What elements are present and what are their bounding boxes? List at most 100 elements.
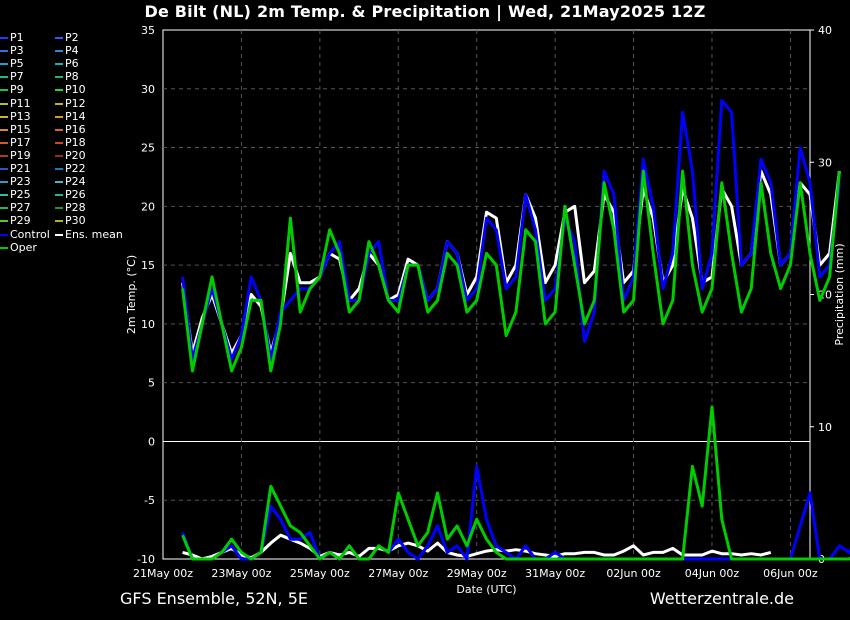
legend-item: P10 xyxy=(55,83,86,96)
x-tick-label: 25May 00z xyxy=(290,567,350,580)
legend-item: P25 xyxy=(0,188,31,201)
legend-item: P20 xyxy=(55,149,86,162)
legend-label: P7 xyxy=(10,70,24,84)
legend-label: P30 xyxy=(65,214,86,228)
legend-label: P8 xyxy=(65,70,79,84)
legend-item: P22 xyxy=(55,162,86,175)
legend-swatch xyxy=(55,220,63,223)
legend-swatch xyxy=(55,102,63,105)
legend-swatch xyxy=(0,141,8,144)
x-tick-label: 31May 00z xyxy=(525,567,585,580)
legend-swatch xyxy=(55,115,63,118)
y2-tick-label: 10 xyxy=(818,421,832,434)
legend-label: P23 xyxy=(10,175,31,189)
legend-swatch xyxy=(0,207,8,210)
legend-label: P16 xyxy=(65,122,86,136)
x-tick-label: 02Jun 00z xyxy=(606,567,661,580)
legend-swatch xyxy=(55,63,63,66)
legend-swatch xyxy=(0,50,8,53)
footer-source-label: Wetterzentrale.de xyxy=(649,589,794,608)
y-tick-label: 10 xyxy=(141,318,155,331)
legend-label: P10 xyxy=(65,83,86,97)
legend-swatch xyxy=(0,128,8,131)
legend-swatch xyxy=(55,168,63,170)
y2-axis-label: Precipitation (mm) xyxy=(833,243,846,345)
legend-item: P3 xyxy=(0,44,24,57)
legend-label: P20 xyxy=(65,148,86,162)
x-tick-label: 06Jun 00z xyxy=(763,567,818,580)
legend-swatch xyxy=(0,102,8,105)
legend-label: P14 xyxy=(65,109,86,123)
y-tick-label: -5 xyxy=(144,494,155,507)
legend-label: P1 xyxy=(10,31,24,44)
legend-item: P29 xyxy=(0,214,31,227)
legend-item: P17 xyxy=(0,136,31,149)
legend-item: P6 xyxy=(55,57,79,70)
legend-item: P2 xyxy=(55,31,79,44)
legend-swatch xyxy=(0,233,8,236)
legend-item: P1 xyxy=(0,31,24,44)
legend-swatch xyxy=(0,115,8,118)
legend-label: P27 xyxy=(10,201,31,215)
x-axis-label: Date (UTC) xyxy=(456,583,516,596)
legend-swatch xyxy=(55,37,63,39)
legend-label: Control xyxy=(10,227,50,241)
legend-swatch xyxy=(0,89,8,92)
legend-item: P30 xyxy=(55,214,86,227)
legend-swatch xyxy=(55,207,63,210)
legend-swatch xyxy=(55,141,63,144)
legend-swatch xyxy=(0,194,8,197)
legend-item: P14 xyxy=(55,110,86,123)
legend-item: P8 xyxy=(55,70,79,83)
legend-label: P26 xyxy=(65,188,86,202)
legend-label: P4 xyxy=(65,44,79,58)
legend-item: P19 xyxy=(0,149,31,162)
legend-item: P18 xyxy=(55,136,86,149)
legend-label: P2 xyxy=(65,31,79,44)
x-tick-label: 27May 00z xyxy=(368,567,428,580)
legend-swatch xyxy=(55,194,63,197)
legend-label: Ens. mean xyxy=(65,227,123,241)
legend-item: P16 xyxy=(55,123,86,136)
legend-label: P5 xyxy=(10,57,24,71)
legend-label: P6 xyxy=(65,57,79,71)
legend-swatch xyxy=(0,181,8,184)
legend-item: Control xyxy=(0,228,50,241)
legend-swatch xyxy=(0,246,8,249)
legend-label: P25 xyxy=(10,188,31,202)
x-tick-label: 04Jun 00z xyxy=(685,567,740,580)
chart-canvas: -10-50510152025303501020304021May 00z 23M… xyxy=(125,24,850,596)
y-axis-label: 2m Temp. (°C) xyxy=(125,255,138,334)
legend-item: Ens. mean xyxy=(55,228,123,241)
legend-swatch xyxy=(0,76,8,79)
legend-label: P15 xyxy=(10,122,31,136)
x-tick-label: 23May 00z xyxy=(211,567,271,580)
y-tick-label: 15 xyxy=(141,259,155,272)
legend-label: P22 xyxy=(65,162,86,175)
y2-tick-label: 40 xyxy=(818,24,832,37)
legend-item: P12 xyxy=(55,97,86,110)
y-tick-label: 5 xyxy=(148,377,155,390)
legend-swatch xyxy=(55,128,63,131)
legend-item: P11 xyxy=(0,97,31,110)
legend-label: P17 xyxy=(10,135,31,149)
legend-item: P26 xyxy=(55,188,86,201)
legend-item: P23 xyxy=(0,175,31,188)
legend-item: P13 xyxy=(0,110,31,123)
legend-label: P21 xyxy=(10,162,31,175)
legend-item: P7 xyxy=(0,70,24,83)
x-tick-label: 29May 00z xyxy=(447,567,507,580)
legend-label: P28 xyxy=(65,201,86,215)
legend-swatch xyxy=(0,168,8,170)
legend-label: P3 xyxy=(10,44,24,58)
y-tick-label: 25 xyxy=(141,142,155,155)
legend-item: P9 xyxy=(0,83,24,96)
legend-label: Oper xyxy=(10,240,37,254)
y-tick-label: -10 xyxy=(137,553,155,566)
legend-label: P18 xyxy=(65,135,86,149)
footer-model-label: GFS Ensemble, 52N, 5E xyxy=(120,589,308,608)
legend-item: Oper xyxy=(0,241,37,254)
legend-swatch xyxy=(0,37,8,39)
legend-swatch xyxy=(55,181,63,184)
legend-swatch xyxy=(0,154,8,157)
